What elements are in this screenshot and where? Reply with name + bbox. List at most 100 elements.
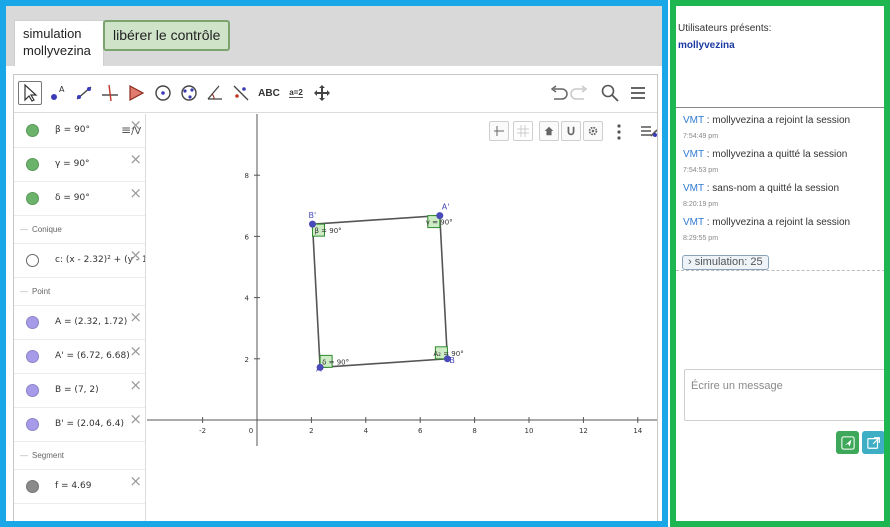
algebra-item[interactable]: A = (2.32, 1.72) × — [14, 306, 145, 340]
external-link-icon — [866, 436, 880, 449]
algebra-item-text: δ = 90° — [55, 193, 90, 203]
present-users-panel: Utilisateurs présents: mollyvezina — [676, 6, 884, 108]
algebra-item[interactable]: δ = 90° × — [14, 182, 145, 216]
move-tool[interactable] — [18, 81, 42, 105]
algebra-item[interactable]: γ = 90° × — [14, 148, 145, 182]
text-tool[interactable]: ABC — [256, 81, 282, 105]
algebra-group-label: Point — [32, 287, 51, 296]
collapse-icon: — — [20, 225, 28, 234]
y-tick-label: 2 — [245, 356, 249, 364]
algebra-group-header[interactable]: — Point — [14, 278, 145, 306]
text-tool-label: ABC — [258, 87, 280, 99]
present-user-name: mollyvezina — [678, 40, 735, 51]
point-label: A — [316, 364, 322, 373]
collapse-icon: — — [20, 287, 28, 296]
y-tick-label: 6 — [245, 233, 250, 241]
circle-icon — [155, 85, 171, 101]
visibility-toggle[interactable] — [26, 192, 39, 205]
conic-tool[interactable] — [177, 81, 201, 105]
release-control-button[interactable]: libérer le contrôle — [103, 20, 231, 51]
cursor-arrow-icon — [24, 83, 38, 102]
visibility-toggle[interactable] — [26, 480, 39, 493]
quadrilateral — [311, 214, 449, 369]
algebra-item[interactable]: A' = (6.72, 6.68) × — [14, 340, 145, 374]
algebra-group-header[interactable]: — Conique — [14, 216, 145, 244]
close-icon[interactable]: × — [129, 184, 142, 202]
angle-label: δ = 90° — [322, 358, 349, 366]
redo-button[interactable] — [568, 81, 592, 105]
visibility-toggle[interactable] — [26, 158, 39, 171]
message-text: : mollyvezina a rejoint la session — [703, 115, 851, 126]
angle-label: β = 90° — [314, 227, 341, 235]
reflect-tool[interactable] — [229, 81, 253, 105]
algebra-input-icon[interactable]: ≡/V — [121, 123, 141, 141]
message-timestamp: 8:20:19 pm — [683, 201, 719, 208]
close-icon[interactable]: × — [129, 376, 142, 394]
algebra-item-text: B = (7, 2) — [55, 385, 99, 395]
y-tick-label: 8 — [245, 172, 249, 180]
algebra-item-text: f = 4.69 — [55, 481, 92, 491]
graphics-view[interactable]: -2 0 2 4 6 8 10 12 14 2 4 6 8 β = 90° γ = 90° A₂ = 90° δ… — [147, 114, 657, 521]
algebra-item-text: B' = (2.04, 6.4) — [55, 419, 125, 429]
visibility-toggle[interactable] — [26, 384, 39, 397]
undo-button[interactable] — [546, 81, 570, 105]
geogebra-toolbar: A ABC a=2 — [14, 75, 657, 113]
angle-tool[interactable] — [203, 81, 227, 105]
perpendicular-tool[interactable] — [98, 81, 122, 105]
x-tick-label: 2 — [309, 427, 313, 435]
send-button[interactable] — [836, 431, 859, 454]
x-tick-label: -2 — [199, 427, 206, 435]
polygon-icon — [129, 84, 145, 102]
close-icon[interactable]: × — [129, 246, 142, 264]
message-list: VMT : mollyvezina a rejoint la session 7:… — [676, 111, 884, 271]
popout-button[interactable] — [862, 431, 884, 454]
point-label: B — [449, 356, 455, 365]
point-1 — [436, 212, 444, 220]
visibility-toggle[interactable] — [26, 124, 39, 137]
search-button[interactable] — [598, 81, 622, 105]
tab-simulation[interactable]: simulation mollyvezina — [14, 20, 104, 66]
visibility-toggle[interactable] — [26, 254, 39, 267]
message-input[interactable] — [684, 369, 884, 421]
algebra-item[interactable]: B' = (2.04, 6.4) × — [14, 408, 145, 442]
algebra-item[interactable]: c: (x - 2.32)² + (y - 1. × — [14, 244, 145, 278]
move-graphics-tool[interactable] — [310, 81, 334, 105]
close-icon[interactable]: × — [129, 342, 142, 360]
visibility-toggle[interactable] — [26, 350, 39, 363]
polygon-tool[interactable] — [124, 81, 148, 105]
visibility-toggle[interactable] — [26, 316, 39, 329]
message-timestamp: 8:29:55 pm — [683, 235, 719, 242]
close-icon[interactable]: × — [129, 308, 142, 326]
close-icon[interactable]: × — [129, 150, 142, 168]
message-text: : sans-nom a quitté la session — [703, 183, 840, 194]
line-tool[interactable] — [72, 81, 96, 105]
algebra-item-text: A' = (6.72, 6.68) — [55, 351, 130, 361]
tab-simulation-label: simulation mollyvezina — [23, 26, 91, 58]
algebra-group-label: Conique — [32, 225, 62, 234]
algebra-group-header[interactable]: — Segment — [14, 442, 145, 470]
algebra-item[interactable]: f = 4.69 × — [14, 470, 145, 504]
point-icon: A — [51, 85, 65, 100]
x-tick-label: 8 — [472, 427, 476, 435]
slider-tool[interactable]: a=2 — [284, 81, 308, 105]
x-tick-label: 12 — [579, 427, 588, 435]
close-icon[interactable]: × — [129, 410, 142, 428]
chat-message: VMT : mollyvezina a quitté la session — [683, 149, 847, 160]
algebra-item[interactable]: B = (7, 2) × — [14, 374, 145, 408]
redo-icon — [570, 85, 588, 100]
point-tool[interactable]: A — [46, 81, 70, 105]
menu-button[interactable] — [626, 81, 650, 105]
chat-message: VMT : mollyvezina a rejoint la session — [683, 115, 850, 126]
algebra-item-text: A = (2.32, 1.72) — [55, 317, 128, 327]
simulation-chip[interactable]: › simulation: 25 — [682, 255, 769, 270]
slider-tool-label: a=2 — [289, 88, 303, 98]
point-0 — [308, 220, 316, 228]
chat-message: VMT : mollyvezina a rejoint la session — [683, 217, 850, 228]
x-tick-label: 6 — [418, 427, 423, 435]
visibility-toggle[interactable] — [26, 418, 39, 431]
message-author: VMT — [683, 115, 704, 126]
svg-text:A: A — [59, 85, 65, 94]
circle-tool[interactable] — [151, 81, 175, 105]
message-author: VMT — [683, 217, 704, 228]
close-icon[interactable]: × — [129, 472, 142, 490]
